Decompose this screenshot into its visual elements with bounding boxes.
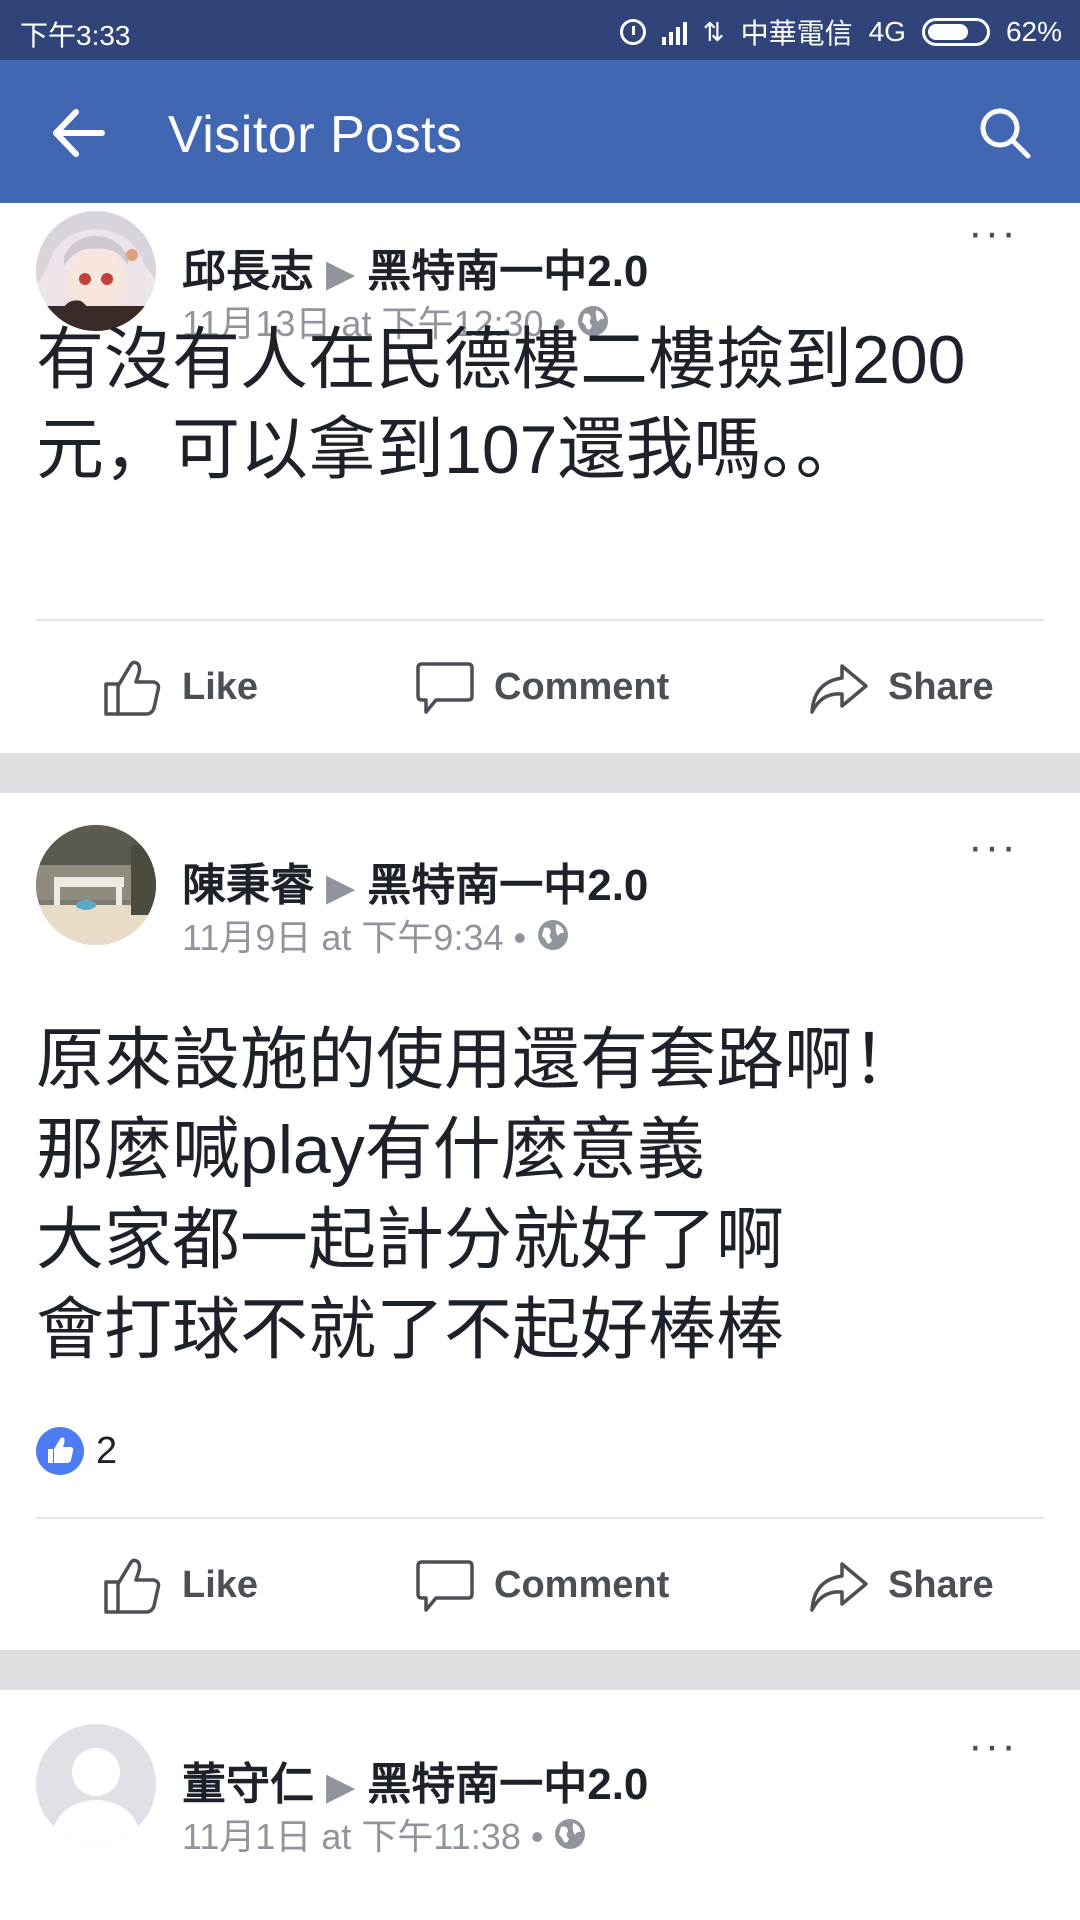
data-transfer-icon: ⇅: [702, 16, 725, 47]
more-options-icon[interactable]: ···: [968, 211, 1028, 255]
search-icon[interactable]: [970, 98, 1040, 168]
avatar[interactable]: [36, 825, 156, 945]
alarm-icon: [619, 19, 646, 45]
carrier-name: 中華電信: [740, 18, 853, 49]
post-header: 陳秉睿 ▶ 黑特南一中2.0: [182, 849, 648, 913]
post-header: 董守仁 ▶ 黑特南一中2.0: [182, 1748, 648, 1812]
section-separator: [0, 1650, 1080, 1690]
comment-label: Comment: [494, 665, 670, 708]
like-button[interactable]: Like: [102, 1535, 258, 1635]
share-arrow-icon: [810, 1562, 868, 1612]
divider: [36, 1517, 1044, 1519]
post-actions: Like Comment Share: [0, 637, 1080, 737]
network-type: 4G: [868, 16, 906, 47]
page-name[interactable]: 黑特南一中2.0: [367, 1760, 648, 1809]
status-bar: 下午3:33 ⇅ 中華電信 4G 62%: [0, 0, 1080, 60]
share-arrow-icon: [810, 664, 868, 714]
post-meta: 11月1日 at 下午11:38 •: [182, 1808, 587, 1860]
comment-icon: [416, 1560, 474, 1612]
share-button[interactable]: Share: [808, 1535, 994, 1635]
battery-percent: 62%: [1005, 16, 1062, 47]
post-text: 有沒有人在民德樓二樓撿到200 元，可以拿到107還我嗎。。: [36, 322, 966, 488]
battery-icon: [921, 18, 990, 46]
app-bar: Visitor Posts: [0, 60, 1080, 203]
like-count: 2: [96, 1429, 118, 1472]
comment-button[interactable]: Comment: [414, 637, 669, 737]
post-card: 陳秉睿 ▶ 黑特南一中2.0 11月9日 at 下午9:34 • ··· 原來設施的…: [0, 793, 1080, 1650]
post-timestamp[interactable]: 11月9日 at 下午9:34 •: [182, 909, 526, 961]
comment-label: Comment: [494, 1563, 670, 1606]
like-button[interactable]: Like: [102, 637, 258, 737]
globe-icon: [538, 920, 569, 950]
more-options-icon[interactable]: ···: [968, 1724, 1028, 1768]
thumbs-up-icon: [104, 660, 161, 716]
triangle-right-icon: ▶: [326, 253, 356, 295]
globe-icon: [555, 1819, 586, 1849]
author-name[interactable]: 陳秉睿: [182, 861, 314, 910]
post-card: 邱長志 ▶ 黑特南一中2.0 11月13日 at 下午12:30 • ··· 有沒有…: [0, 203, 1080, 753]
page-name[interactable]: 黑特南一中2.0: [367, 247, 648, 296]
triangle-right-icon: ▶: [326, 867, 356, 909]
back-arrow-icon[interactable]: [44, 98, 114, 168]
thumbs-up-icon: [104, 1558, 161, 1614]
author-name[interactable]: 邱長志: [182, 247, 314, 296]
share-label: Share: [888, 1563, 994, 1606]
comment-icon: [416, 662, 474, 714]
post-timestamp[interactable]: 11月1日 at 下午11:38 •: [182, 1808, 543, 1860]
share-label: Share: [888, 665, 994, 708]
like-reaction-icon: [36, 1427, 84, 1475]
like-label: Like: [182, 1563, 259, 1606]
signal-icon: [661, 19, 687, 45]
more-options-icon[interactable]: ···: [968, 825, 1028, 869]
page-title: Visitor Posts: [168, 106, 463, 164]
comment-button[interactable]: Comment: [414, 1535, 669, 1635]
triangle-right-icon: ▶: [326, 1766, 356, 1808]
post-actions: Like Comment Share: [0, 1535, 1080, 1635]
post-text: 原來設施的使用還有套路啊！ 那麼喊play有什麼意義 大家都一起計分就好了啊 會…: [36, 1022, 921, 1368]
section-separator: [0, 753, 1080, 793]
reaction-summary[interactable]: 2: [36, 1427, 117, 1475]
avatar[interactable]: [36, 1724, 156, 1844]
like-label: Like: [182, 665, 259, 708]
divider: [36, 619, 1044, 621]
author-name[interactable]: 董守仁: [182, 1760, 314, 1809]
post-meta: 11月9日 at 下午9:34 •: [182, 909, 570, 961]
post-header: 邱長志 ▶ 黑特南一中2.0: [182, 235, 648, 299]
avatar[interactable]: [36, 211, 156, 331]
page-name[interactable]: 黑特南一中2.0: [367, 861, 648, 910]
share-button[interactable]: Share: [808, 637, 994, 737]
post-card: 董守仁 ▶ 黑特南一中2.0 11月1日 at 下午11:38 • ···: [0, 1690, 1080, 1920]
status-time: 下午3:33: [20, 20, 131, 51]
